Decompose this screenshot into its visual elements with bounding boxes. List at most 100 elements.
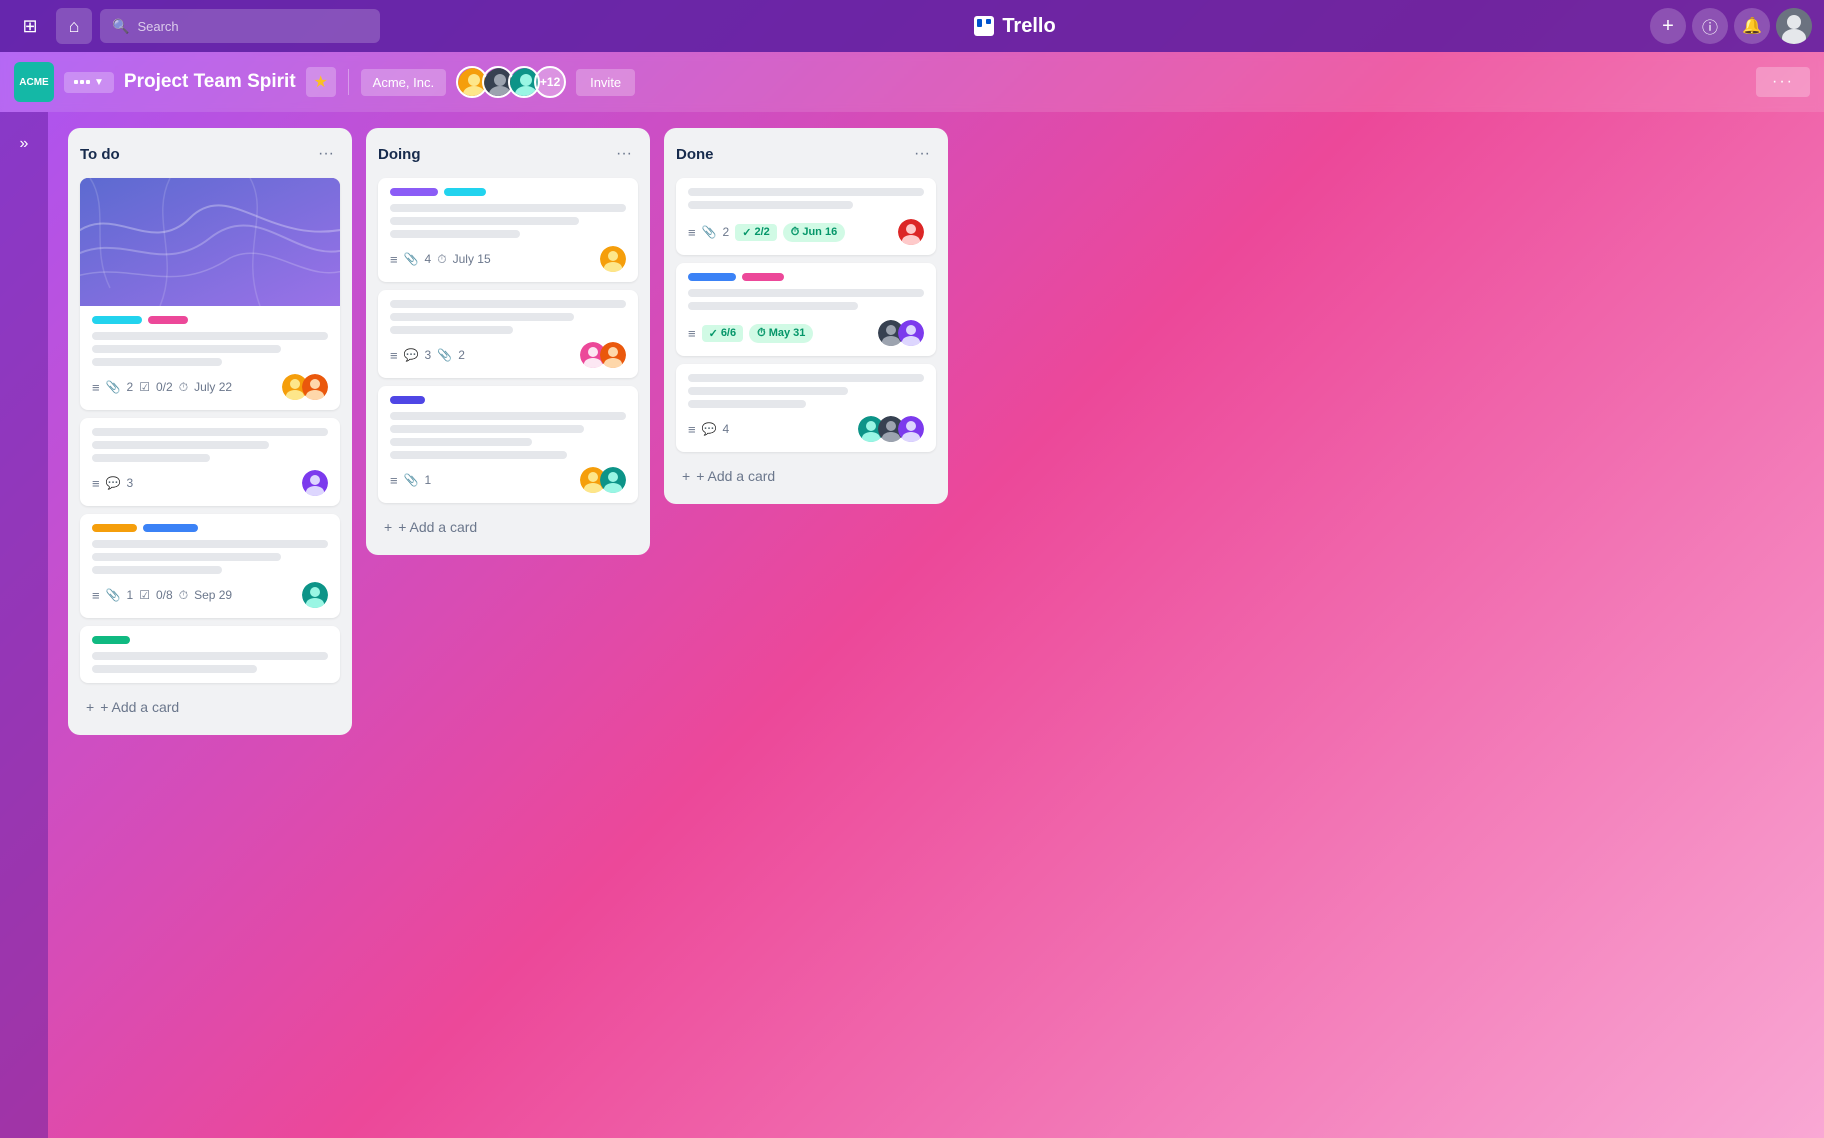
- card-10[interactable]: ≡ 💬 4: [676, 364, 936, 452]
- card-3-footer: ≡ 📎 1 ☑ 0/8 ⏱ Sep 29: [92, 582, 328, 608]
- user-avatar[interactable]: [1776, 8, 1812, 44]
- card-7-tags: [390, 396, 626, 404]
- card-2-comments: 3: [127, 476, 134, 490]
- nav-right: + ⓘ 🔔: [1650, 8, 1812, 44]
- board-title: Project Team Spirit: [124, 71, 296, 93]
- card-7-avatars: [580, 467, 626, 493]
- card-3-checklist: 0/8: [156, 588, 173, 602]
- card-5-attach-icon: 📎: [404, 252, 419, 266]
- column-done-header: Done ···: [676, 140, 936, 168]
- tag-cyan: [92, 316, 142, 324]
- top-nav: ⊞ ⌂ 🔍 Search Trello + ⓘ 🔔: [0, 0, 1824, 52]
- invite-button[interactable]: Invite: [576, 69, 635, 96]
- workspace-button[interactable]: Acme, Inc.: [361, 69, 446, 96]
- card-6-attachments: 2: [458, 348, 465, 362]
- tag-blue: [143, 524, 198, 532]
- add-card-todo[interactable]: + + Add a card: [80, 691, 340, 723]
- app-title: Trello: [1002, 15, 1055, 38]
- card-1-tags: [92, 316, 328, 324]
- column-done-title: Done: [676, 146, 714, 163]
- card-2-footer: ≡ 💬 3: [92, 470, 328, 496]
- card-6[interactable]: ≡ 💬 3 📎 2: [378, 290, 638, 378]
- info-button[interactable]: ⓘ: [1692, 8, 1728, 44]
- card-4[interactable]: [80, 626, 340, 683]
- member-count-badge[interactable]: +12: [534, 66, 566, 98]
- card-1-desc-icon: ≡: [92, 380, 100, 395]
- card-7-desc-icon: ≡: [390, 473, 398, 488]
- card-4-tags: [92, 636, 328, 644]
- card-9-checklist-badge: ✓6/6: [702, 325, 744, 342]
- card-5-avatar-1[interactable]: [600, 246, 626, 272]
- card-7-attachments: 1: [425, 473, 432, 487]
- card-8[interactable]: ≡ 📎 2 ✓2/2 ⏱Jun 16: [676, 178, 936, 255]
- card-4-lines: [92, 652, 328, 673]
- card-7-attach-icon: 📎: [404, 473, 419, 487]
- cover-art: [80, 178, 340, 306]
- search-bar[interactable]: 🔍 Search: [100, 9, 380, 43]
- card-10-footer: ≡ 💬 4: [688, 416, 924, 442]
- card-1-attachments: 2: [127, 380, 134, 394]
- card-3-lines: [92, 540, 328, 574]
- home-button[interactable]: ⌂: [56, 8, 92, 44]
- card-3-date: Sep 29: [194, 588, 232, 602]
- home-icon: ⌂: [69, 16, 80, 37]
- card-8-attach-icon: 📎: [702, 225, 717, 239]
- sidebar-toggle[interactable]: »: [6, 126, 42, 162]
- board-more-button[interactable]: ···: [1756, 67, 1810, 97]
- card-7-avatar-2[interactable]: [600, 467, 626, 493]
- card-2-desc-icon: ≡: [92, 476, 100, 491]
- card-1-footer: ≡ 📎 2 ☑ 0/2 ⏱ July 22: [92, 374, 328, 400]
- card-2-comment-icon: 💬: [106, 476, 121, 490]
- tag-green: [92, 636, 130, 644]
- apps-button[interactable]: ⊞: [12, 8, 48, 44]
- tag-indigo-7: [390, 396, 425, 404]
- card-5-tags: [390, 188, 626, 196]
- card-3[interactable]: ≡ 📎 1 ☑ 0/8 ⏱ Sep 29: [80, 514, 340, 618]
- card-3-clock-icon: ⏱: [179, 588, 188, 603]
- tag-pink: [148, 316, 188, 324]
- board-view-dropdown[interactable]: ▼: [64, 72, 114, 93]
- trello-logo-icon: [974, 16, 994, 36]
- add-card-done[interactable]: + + Add a card: [676, 460, 936, 492]
- column-todo-header: To do ···: [80, 140, 340, 168]
- card-1-body: ≡ 📎 2 ☑ 0/2 ⏱ July 22: [80, 306, 340, 410]
- card-8-date-badge: ⏱Jun 16: [783, 223, 845, 242]
- card-1-avatar-2[interactable]: [302, 374, 328, 400]
- notifications-button[interactable]: 🔔: [1734, 8, 1770, 44]
- card-2[interactable]: ≡ 💬 3: [80, 418, 340, 506]
- card-10-comment-icon: 💬: [702, 422, 717, 436]
- workspace-logo: ACME: [14, 62, 54, 102]
- card-6-comments: 3: [425, 348, 432, 362]
- column-todo-menu[interactable]: ···: [312, 140, 340, 168]
- card-7-footer: ≡ 📎 1: [390, 467, 626, 493]
- card-2-lines: [92, 428, 328, 462]
- card-9-footer: ≡ ✓6/6 ⏱May 31: [688, 320, 924, 346]
- column-doing-menu[interactable]: ···: [610, 140, 638, 168]
- card-6-avatar-2[interactable]: [600, 342, 626, 368]
- card-2-avatar-1[interactable]: [302, 470, 328, 496]
- card-9[interactable]: ≡ ✓6/6 ⏱May 31: [676, 263, 936, 356]
- column-todo-title: To do: [80, 146, 120, 163]
- card-7[interactable]: ≡ 📎 1: [378, 386, 638, 503]
- add-card-doing[interactable]: + + Add a card: [378, 511, 638, 543]
- card-7-lines: [390, 412, 626, 459]
- avatar-icon: [1776, 8, 1812, 44]
- column-todo: To do ···: [68, 128, 352, 735]
- card-3-desc-icon: ≡: [92, 588, 100, 603]
- card-5[interactable]: ≡ 📎 4 ⏱ July 15: [378, 178, 638, 282]
- card-1[interactable]: ≡ 📎 2 ☑ 0/2 ⏱ July 22: [80, 178, 340, 410]
- tag-blue-9: [688, 273, 736, 281]
- card-1-avatars: [282, 374, 328, 400]
- card-8-avatar-1[interactable]: [898, 219, 924, 245]
- create-button[interactable]: +: [1650, 8, 1686, 44]
- card-3-checklist-icon: ☑: [139, 588, 150, 602]
- star-button[interactable]: ★: [306, 67, 336, 97]
- card-9-avatars: [878, 320, 924, 346]
- card-10-avatar-3[interactable]: [898, 416, 924, 442]
- column-done-menu[interactable]: ···: [908, 140, 936, 168]
- card-3-avatar-1[interactable]: [302, 582, 328, 608]
- column-doing-header: Doing ···: [378, 140, 638, 168]
- card-9-avatar-2[interactable]: [898, 320, 924, 346]
- card-5-desc-icon: ≡: [390, 252, 398, 267]
- card-8-attachments: 2: [723, 225, 730, 239]
